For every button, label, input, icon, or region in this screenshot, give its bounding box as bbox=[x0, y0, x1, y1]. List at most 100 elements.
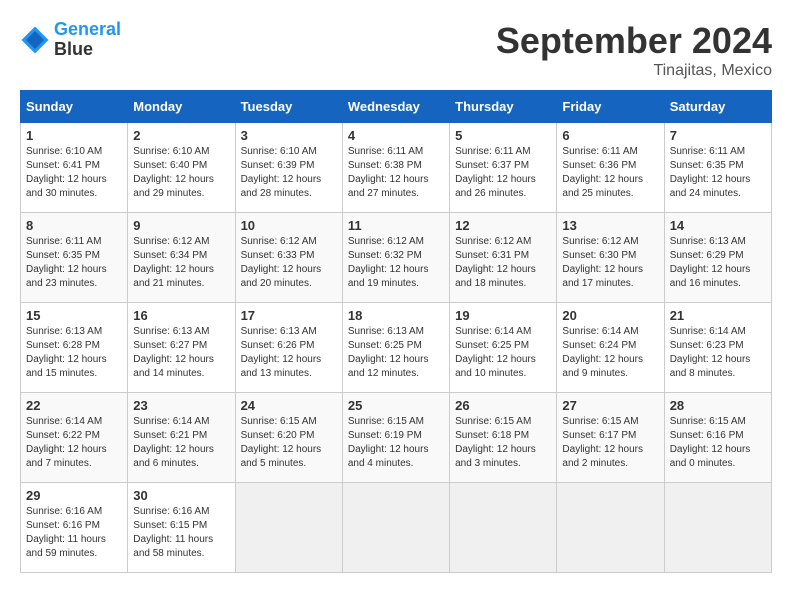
calendar-cell bbox=[342, 483, 449, 573]
header-row: SundayMondayTuesdayWednesdayThursdayFrid… bbox=[21, 91, 772, 123]
day-number: 25 bbox=[348, 398, 444, 413]
day-number: 20 bbox=[562, 308, 658, 323]
calendar-cell: 21 Sunrise: 6:14 AM Sunset: 6:23 PM Dayli… bbox=[664, 303, 771, 393]
calendar-cell bbox=[450, 483, 557, 573]
calendar-cell: 14 Sunrise: 6:13 AM Sunset: 6:29 PM Dayli… bbox=[664, 213, 771, 303]
calendar-cell: 7 Sunrise: 6:11 AM Sunset: 6:35 PM Daylig… bbox=[664, 123, 771, 213]
calendar-cell: 18 Sunrise: 6:13 AM Sunset: 6:25 PM Dayli… bbox=[342, 303, 449, 393]
logo: General Blue bbox=[20, 20, 121, 60]
calendar-week-row: 8 Sunrise: 6:11 AM Sunset: 6:35 PM Daylig… bbox=[21, 213, 772, 303]
calendar-cell: 13 Sunrise: 6:12 AM Sunset: 6:30 PM Dayli… bbox=[557, 213, 664, 303]
calendar-cell: 11Sunrise: 6:12 AM Sunset: 6:32 PM Dayli… bbox=[342, 213, 449, 303]
header-cell-saturday: Saturday bbox=[664, 91, 771, 123]
day-info: Sunrise: 6:12 AM Sunset: 6:32 PM Dayligh… bbox=[348, 235, 444, 291]
calendar-cell: 6Sunrise: 6:11 AM Sunset: 6:36 PM Daylig… bbox=[557, 123, 664, 213]
calendar-cell bbox=[664, 483, 771, 573]
day-info: Sunrise: 6:11 AM Sunset: 6:36 PM Dayligh… bbox=[562, 145, 658, 201]
day-info: Sunrise: 6:11 AM Sunset: 6:35 PM Dayligh… bbox=[670, 145, 766, 201]
day-number: 13 bbox=[562, 218, 658, 233]
calendar-cell bbox=[235, 483, 342, 573]
calendar-cell: 9 Sunrise: 6:12 AM Sunset: 6:34 PM Daylig… bbox=[128, 213, 235, 303]
day-number: 18 bbox=[348, 308, 444, 323]
calendar-cell: 8 Sunrise: 6:11 AM Sunset: 6:35 PM Daylig… bbox=[21, 213, 128, 303]
title-block: September 2024 Tinajitas, Mexico bbox=[496, 20, 772, 80]
day-number: 22 bbox=[26, 398, 122, 413]
day-info: Sunrise: 6:14 AM Sunset: 6:23 PM Dayligh… bbox=[670, 325, 766, 381]
day-number: 15 bbox=[26, 308, 122, 323]
day-info: Sunrise: 6:13 AM Sunset: 6:25 PM Dayligh… bbox=[348, 325, 444, 381]
day-number: 21 bbox=[670, 308, 766, 323]
calendar-body: 1Sunrise: 6:10 AM Sunset: 6:41 PM Daylig… bbox=[21, 123, 772, 573]
header-cell-monday: Monday bbox=[128, 91, 235, 123]
calendar-cell: 10Sunrise: 6:12 AM Sunset: 6:33 PM Dayli… bbox=[235, 213, 342, 303]
calendar-cell: 3 Sunrise: 6:10 AM Sunset: 6:39 PM Daylig… bbox=[235, 123, 342, 213]
header-cell-friday: Friday bbox=[557, 91, 664, 123]
day-info: Sunrise: 6:14 AM Sunset: 6:22 PM Dayligh… bbox=[26, 415, 122, 471]
calendar-cell: 25 Sunrise: 6:15 AM Sunset: 6:19 PM Dayli… bbox=[342, 393, 449, 483]
calendar-cell: 19 Sunrise: 6:14 AM Sunset: 6:25 PM Dayli… bbox=[450, 303, 557, 393]
day-number: 7 bbox=[670, 128, 766, 143]
day-info: Sunrise: 6:12 AM Sunset: 6:30 PM Dayligh… bbox=[562, 235, 658, 291]
location: Tinajitas, Mexico bbox=[496, 62, 772, 80]
day-number: 19 bbox=[455, 308, 551, 323]
day-number: 30 bbox=[133, 488, 229, 503]
day-number: 4 bbox=[348, 128, 444, 143]
day-number: 14 bbox=[670, 218, 766, 233]
day-info: Sunrise: 6:14 AM Sunset: 6:24 PM Dayligh… bbox=[562, 325, 658, 381]
calendar-cell: 12Sunrise: 6:12 AM Sunset: 6:31 PM Dayli… bbox=[450, 213, 557, 303]
day-info: Sunrise: 6:13 AM Sunset: 6:29 PM Dayligh… bbox=[670, 235, 766, 291]
header-cell-wednesday: Wednesday bbox=[342, 91, 449, 123]
day-info: Sunrise: 6:15 AM Sunset: 6:17 PM Dayligh… bbox=[562, 415, 658, 471]
day-info: Sunrise: 6:13 AM Sunset: 6:28 PM Dayligh… bbox=[26, 325, 122, 381]
day-info: Sunrise: 6:14 AM Sunset: 6:21 PM Dayligh… bbox=[133, 415, 229, 471]
logo-text: General Blue bbox=[54, 20, 121, 60]
day-number: 8 bbox=[26, 218, 122, 233]
calendar-cell: 20 Sunrise: 6:14 AM Sunset: 6:24 PM Dayli… bbox=[557, 303, 664, 393]
day-number: 17 bbox=[241, 308, 337, 323]
day-info: Sunrise: 6:10 AM Sunset: 6:41 PM Dayligh… bbox=[26, 145, 122, 201]
calendar-cell: 15 Sunrise: 6:13 AM Sunset: 6:28 PM Dayli… bbox=[21, 303, 128, 393]
month-title: September 2024 bbox=[496, 20, 772, 62]
day-info: Sunrise: 6:14 AM Sunset: 6:25 PM Dayligh… bbox=[455, 325, 551, 381]
day-info: Sunrise: 6:15 AM Sunset: 6:16 PM Dayligh… bbox=[670, 415, 766, 471]
day-info: Sunrise: 6:13 AM Sunset: 6:26 PM Dayligh… bbox=[241, 325, 337, 381]
calendar-cell: 27 Sunrise: 6:15 AM Sunset: 6:17 PM Dayli… bbox=[557, 393, 664, 483]
calendar-cell: 2 Sunrise: 6:10 AM Sunset: 6:40 PM Daylig… bbox=[128, 123, 235, 213]
logo-icon bbox=[20, 25, 50, 55]
calendar-header: SundayMondayTuesdayWednesdayThursdayFrid… bbox=[21, 91, 772, 123]
day-number: 27 bbox=[562, 398, 658, 413]
calendar-cell: 23 Sunrise: 6:14 AM Sunset: 6:21 PM Dayli… bbox=[128, 393, 235, 483]
day-info: Sunrise: 6:12 AM Sunset: 6:34 PM Dayligh… bbox=[133, 235, 229, 291]
day-number: 26 bbox=[455, 398, 551, 413]
day-number: 3 bbox=[241, 128, 337, 143]
day-number: 9 bbox=[133, 218, 229, 233]
calendar-cell: 5Sunrise: 6:11 AM Sunset: 6:37 PM Daylig… bbox=[450, 123, 557, 213]
calendar-table: SundayMondayTuesdayWednesdayThursdayFrid… bbox=[20, 90, 772, 573]
day-number: 10 bbox=[241, 218, 337, 233]
calendar-cell: 1Sunrise: 6:10 AM Sunset: 6:41 PM Daylig… bbox=[21, 123, 128, 213]
calendar-week-row: 22 Sunrise: 6:14 AM Sunset: 6:22 PM Dayli… bbox=[21, 393, 772, 483]
day-info: Sunrise: 6:10 AM Sunset: 6:39 PM Dayligh… bbox=[241, 145, 337, 201]
day-number: 2 bbox=[133, 128, 229, 143]
calendar-cell: 4Sunrise: 6:11 AM Sunset: 6:38 PM Daylig… bbox=[342, 123, 449, 213]
day-info: Sunrise: 6:11 AM Sunset: 6:35 PM Dayligh… bbox=[26, 235, 122, 291]
day-number: 29 bbox=[26, 488, 122, 503]
header-cell-tuesday: Tuesday bbox=[235, 91, 342, 123]
day-number: 24 bbox=[241, 398, 337, 413]
day-info: Sunrise: 6:15 AM Sunset: 6:20 PM Dayligh… bbox=[241, 415, 337, 471]
day-info: Sunrise: 6:10 AM Sunset: 6:40 PM Dayligh… bbox=[133, 145, 229, 201]
day-info: Sunrise: 6:16 AM Sunset: 6:16 PM Dayligh… bbox=[26, 505, 122, 561]
header-cell-sunday: Sunday bbox=[21, 91, 128, 123]
calendar-cell: 22 Sunrise: 6:14 AM Sunset: 6:22 PM Dayli… bbox=[21, 393, 128, 483]
calendar-week-row: 15 Sunrise: 6:13 AM Sunset: 6:28 PM Dayli… bbox=[21, 303, 772, 393]
day-number: 5 bbox=[455, 128, 551, 143]
day-info: Sunrise: 6:16 AM Sunset: 6:15 PM Dayligh… bbox=[133, 505, 229, 561]
day-info: Sunrise: 6:13 AM Sunset: 6:27 PM Dayligh… bbox=[133, 325, 229, 381]
day-number: 23 bbox=[133, 398, 229, 413]
calendar-cell: 24 Sunrise: 6:15 AM Sunset: 6:20 PM Dayli… bbox=[235, 393, 342, 483]
calendar-cell bbox=[557, 483, 664, 573]
calendar-cell: 16Sunrise: 6:13 AM Sunset: 6:27 PM Dayli… bbox=[128, 303, 235, 393]
calendar-cell: 28 Sunrise: 6:15 AM Sunset: 6:16 PM Dayli… bbox=[664, 393, 771, 483]
day-number: 28 bbox=[670, 398, 766, 413]
day-info: Sunrise: 6:15 AM Sunset: 6:19 PM Dayligh… bbox=[348, 415, 444, 471]
